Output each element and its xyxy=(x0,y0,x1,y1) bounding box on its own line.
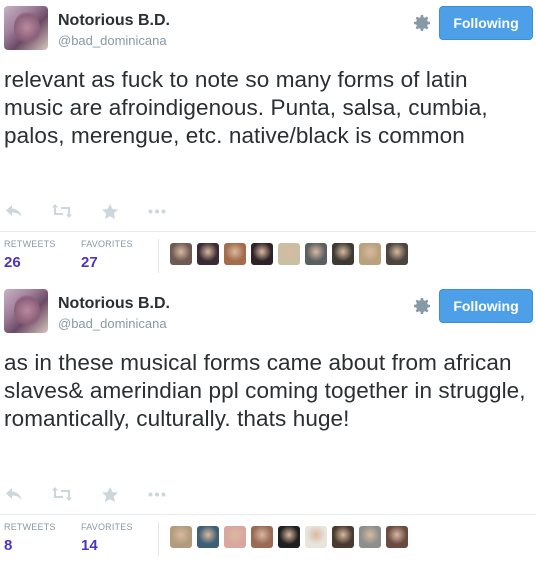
favorites-count: 27 xyxy=(81,254,98,271)
favorites-count: 14 xyxy=(81,537,98,554)
favoriter-avatar[interactable] xyxy=(170,243,192,265)
favoriter-avatar[interactable] xyxy=(170,526,192,548)
following-button[interactable]: Following xyxy=(439,6,533,40)
tweet-text: relevant as fuck to note so many forms o… xyxy=(4,67,488,148)
reply-icon[interactable] xyxy=(6,202,22,220)
tweet-actions xyxy=(6,485,196,503)
retweets-stat[interactable]: RETWEETS 26 xyxy=(4,239,56,271)
avatar[interactable] xyxy=(4,6,48,50)
following-button[interactable]: Following xyxy=(439,289,533,323)
tweet-text: as in these musical forms came about fro… xyxy=(4,350,526,431)
favoriter-avatar[interactable] xyxy=(278,243,300,265)
favoriter-avatar[interactable] xyxy=(224,243,246,265)
retweets-count: 26 xyxy=(4,254,21,271)
tweet-1: Notorious B.D. @bad_dominicana Following… xyxy=(0,0,536,283)
user-name[interactable]: Notorious B.D. xyxy=(58,12,170,30)
favoriter-avatar[interactable] xyxy=(305,243,327,265)
user-name[interactable]: Notorious B.D. xyxy=(58,295,170,313)
retweet-icon[interactable] xyxy=(52,202,72,220)
favoriter-avatar[interactable] xyxy=(359,243,381,265)
tweet-2: Notorious B.D. @bad_dominicana Following… xyxy=(0,283,536,565)
user-handle[interactable]: @bad_dominicana xyxy=(58,33,167,48)
favoriter-avatar[interactable] xyxy=(359,526,381,548)
more-dots-icon[interactable] xyxy=(148,485,166,503)
favorites-label: FAVORITES xyxy=(81,522,133,532)
tweet-actions xyxy=(6,202,196,220)
favoriter-avatar[interactable] xyxy=(386,243,408,265)
more-dots-icon[interactable] xyxy=(148,202,166,220)
favoriter-avatar[interactable] xyxy=(251,243,273,265)
retweets-count: 8 xyxy=(4,537,13,554)
user-handle[interactable]: @bad_dominicana xyxy=(58,316,167,331)
favoriter-avatars xyxy=(170,526,413,548)
retweets-stat[interactable]: RETWEETS 8 xyxy=(4,522,56,554)
stats-divider xyxy=(158,522,159,556)
retweets-label: RETWEETS xyxy=(4,522,56,532)
favorite-star-icon[interactable] xyxy=(102,202,118,220)
favoriter-avatar[interactable] xyxy=(278,526,300,548)
gear-icon[interactable] xyxy=(412,13,432,33)
favorites-label: FAVORITES xyxy=(81,239,133,249)
favoriter-avatar[interactable] xyxy=(332,526,354,548)
favorite-star-icon[interactable] xyxy=(102,485,118,503)
favoriter-avatar[interactable] xyxy=(197,526,219,548)
favoriter-avatar[interactable] xyxy=(332,243,354,265)
favoriter-avatar[interactable] xyxy=(386,526,408,548)
favoriter-avatar[interactable] xyxy=(251,526,273,548)
stats-divider xyxy=(158,239,159,273)
gear-icon[interactable] xyxy=(412,296,432,316)
favoriter-avatars xyxy=(170,243,413,265)
favoriter-avatar[interactable] xyxy=(197,243,219,265)
stats-separator xyxy=(0,231,536,232)
retweet-icon[interactable] xyxy=(52,485,72,503)
retweets-label: RETWEETS xyxy=(4,239,56,249)
favorites-stat[interactable]: FAVORITES 27 xyxy=(81,239,133,271)
favorites-stat[interactable]: FAVORITES 14 xyxy=(81,522,133,554)
favoriter-avatar[interactable] xyxy=(305,526,327,548)
favoriter-avatar[interactable] xyxy=(224,526,246,548)
reply-icon[interactable] xyxy=(6,485,22,503)
avatar[interactable] xyxy=(4,289,48,333)
stats-separator xyxy=(0,514,536,515)
